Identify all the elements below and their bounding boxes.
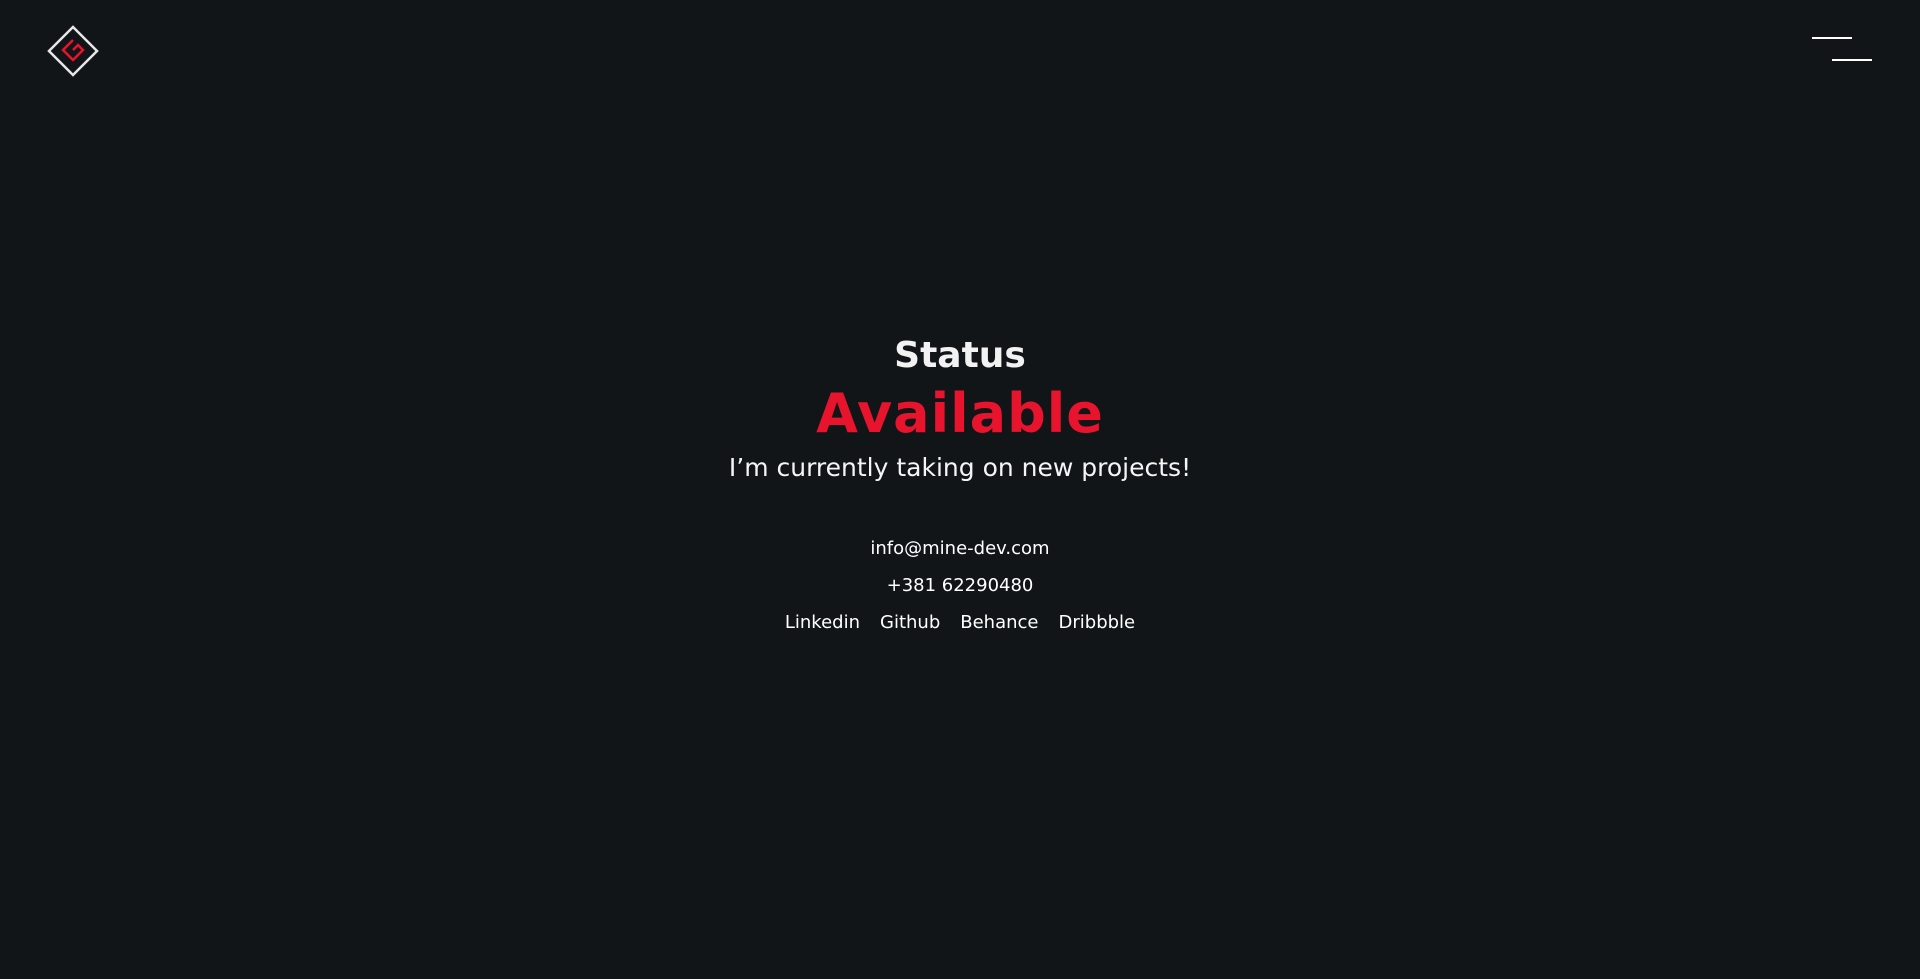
contact-phone-row: +381 62290480 <box>0 567 1920 604</box>
linkedin-link[interactable]: Linkedin <box>785 604 860 641</box>
status-label: Status <box>894 335 1026 376</box>
contact-section: info@mine-dev.com +381 62290480 Linkedin… <box>0 530 1920 641</box>
status-message: I’m currently taking on new projects! <box>728 453 1192 482</box>
hamburger-menu-icon <box>1812 37 1852 39</box>
status-value: Available <box>816 382 1104 445</box>
dribbble-link[interactable]: Dribbble <box>1059 604 1136 641</box>
diamond-logo-icon[interactable] <box>46 24 100 78</box>
email-link[interactable]: info@mine-dev.com <box>870 538 1049 559</box>
menu-button[interactable] <box>1810 34 1872 66</box>
github-link[interactable]: Github <box>880 604 940 641</box>
contact-email-row: info@mine-dev.com <box>0 530 1920 567</box>
hamburger-menu-line <box>1832 59 1872 61</box>
behance-link[interactable]: Behance <box>960 604 1038 641</box>
phone-link[interactable]: +381 62290480 <box>887 575 1034 596</box>
page: Status Available I’m currently taking on… <box>0 0 1920 979</box>
status-section: Status Available I’m currently taking on… <box>0 330 1920 641</box>
social-links: Linkedin Github Behance Dribbble <box>0 604 1920 641</box>
